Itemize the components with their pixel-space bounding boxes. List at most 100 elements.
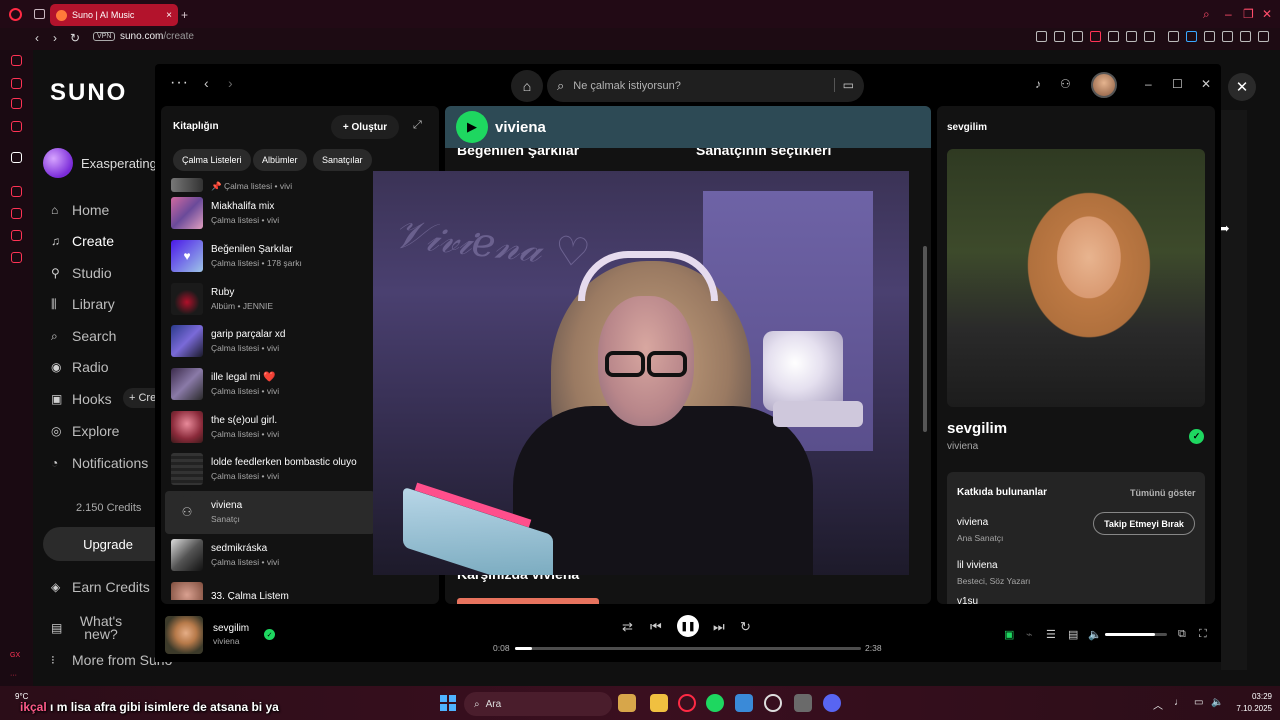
chip-albums[interactable]: Albümler (253, 149, 307, 171)
puzzle-icon[interactable] (1204, 31, 1215, 42)
maximize-icon[interactable]: ☐ (1172, 77, 1183, 91)
sidebar-icon[interactable] (11, 230, 22, 241)
discord-icon[interactable] (823, 694, 841, 712)
sidebar-icon[interactable] (11, 121, 22, 132)
sidebar-more-icon[interactable]: ··· (10, 672, 17, 679)
search-input[interactable]: ⌕ Ne çalmak istiyorsun? ▭ (547, 70, 864, 102)
earn-credits-link[interactable]: ◈ Earn Credits (51, 579, 150, 595)
friends-icon[interactable]: ⚇ (1060, 77, 1071, 91)
list-item[interactable]: lolde feedlerken bombastic oluyo Çalma li… (165, 448, 375, 491)
progress-bar[interactable] (515, 647, 861, 650)
player-track-artist[interactable]: viviena (213, 636, 239, 646)
list-item[interactable]: the s(e)oul girl. Çalma listesi • vivi (165, 405, 375, 448)
lyrics-icon[interactable]: ⌁ (1026, 628, 1033, 641)
sidebar-play-icon[interactable] (11, 186, 22, 197)
nav-hooks[interactable]: ▣ Hooks (51, 391, 112, 407)
list-item[interactable]: ♥ Beğenilen Şarkılar Çalma listesi • 178 … (165, 235, 375, 278)
suno-logo[interactable]: SUNO (50, 79, 127, 107)
taskbar-app-icon[interactable] (618, 694, 636, 712)
chip-artists[interactable]: Sanatçılar (313, 149, 372, 171)
extension-icon[interactable] (1036, 31, 1047, 42)
queue-icon[interactable]: ☰ (1046, 628, 1056, 641)
miniplayer-icon[interactable]: ⧉ (1178, 628, 1186, 641)
sidebar-aria-icon[interactable] (11, 55, 22, 66)
fullscreen-icon[interactable]: ⛶ (1199, 628, 1207, 641)
menu-icon[interactable] (1258, 31, 1269, 42)
contributor-name[interactable]: viviena (957, 517, 988, 528)
home-button[interactable]: ⌂ (511, 70, 543, 102)
play-button[interactable]: ▶ (456, 111, 488, 143)
list-item[interactable]: ⚇ viviena Sanatçı (165, 490, 375, 534)
mic-icon[interactable]: ♩ (1174, 697, 1184, 708)
contributor-name[interactable]: v1su (957, 596, 978, 604)
heart-icon[interactable] (1144, 31, 1155, 42)
more-icon[interactable]: ··· (170, 74, 189, 92)
minimize-icon[interactable]: – (1145, 77, 1152, 91)
list-item[interactable]: 📌 Çalma listesi • vivi (165, 170, 375, 192)
sidebar-gx-icon[interactable]: GX (10, 652, 20, 659)
avatar[interactable] (1091, 72, 1117, 98)
back-icon[interactable]: ‹ (204, 75, 209, 91)
show-all-link[interactable]: Tümünü göster (1130, 488, 1196, 498)
shuffle-icon[interactable]: ⇄ (622, 619, 633, 635)
scrollbar[interactable] (923, 246, 927, 432)
extension-icon[interactable] (1054, 31, 1065, 42)
extension-icon[interactable] (1186, 31, 1197, 42)
track-title[interactable]: sevgilim (947, 420, 1007, 437)
forward-icon[interactable]: › (53, 31, 57, 45)
search-tabs-icon[interactable]: ⌕ (1203, 7, 1210, 22)
check-icon[interactable]: ✓ (1189, 429, 1204, 444)
extension-icon[interactable] (1108, 31, 1119, 42)
extension-icon[interactable] (1072, 31, 1083, 42)
pause-button[interactable]: ❚❚ (677, 615, 699, 637)
now-playing-view-icon[interactable]: ▣ (1004, 628, 1014, 641)
back-icon[interactable]: ‹ (35, 31, 39, 45)
sidebar-icon[interactable] (11, 78, 22, 89)
url-field[interactable]: suno.com/create (120, 31, 194, 42)
create-button[interactable]: + Oluştur (331, 115, 399, 139)
browse-icon[interactable]: ▭ (833, 78, 854, 92)
expand-icon[interactable]: ⤢ (413, 119, 422, 132)
now-playing-cover[interactable] (165, 616, 203, 654)
artist-about-card[interactable] (457, 598, 599, 604)
sidebar-settings-icon[interactable] (11, 252, 22, 263)
track-artist[interactable]: viviena (947, 441, 978, 452)
taskbar-search[interactable]: ⌕ Ara (464, 692, 612, 716)
nav-notifications[interactable]: ◔ Notifications (51, 455, 148, 471)
check-icon[interactable]: ✓ (264, 629, 275, 640)
download-icon[interactable] (1240, 31, 1251, 42)
nav-studio[interactable]: ⚲ Studio (51, 265, 112, 281)
nav-search[interactable]: ⌕ Search (51, 328, 116, 344)
network-icon[interactable]: ▭ (1194, 697, 1203, 708)
list-item[interactable]: Ruby Albüm • JENNIE (165, 277, 375, 320)
previous-icon[interactable]: ⏮ (650, 619, 662, 635)
nav-explore[interactable]: ◎ Explore (51, 423, 119, 439)
opera-menu-icon[interactable] (9, 8, 22, 21)
contributor-name[interactable]: lil viviena (957, 560, 998, 571)
repeat-icon[interactable]: ↻ (740, 619, 751, 635)
extension-icon[interactable] (1090, 31, 1101, 42)
sidebar-icon[interactable] (11, 152, 22, 163)
browser-tab-suno[interactable]: Suno | AI Music × (50, 4, 178, 26)
upgrade-button[interactable]: Upgrade (43, 527, 173, 561)
close-icon[interactable]: ✕ (1228, 73, 1256, 101)
whats-new-link[interactable]: ▤ What's new? (51, 614, 133, 641)
forward-icon[interactable]: › (228, 75, 233, 91)
sidebar-history-icon[interactable] (11, 208, 22, 219)
sidebar-icon[interactable] (11, 98, 22, 109)
restore-window-button[interactable]: ❐ (1243, 7, 1254, 21)
new-tab-button[interactable]: + (181, 8, 188, 22)
video-overlay[interactable]: 𝒱𝒾𝓋𝒾𝑒𝓃𝒶 ♡ (373, 171, 909, 575)
nav-create[interactable]: ♫ Create (51, 233, 114, 249)
nav-library[interactable]: ⫼ Library (51, 296, 115, 312)
tab-islands-icon[interactable] (34, 9, 45, 19)
opera-gx-icon[interactable] (678, 694, 696, 712)
vpn-badge[interactable]: VPN (93, 32, 116, 41)
taskbar-app-icon[interactable] (794, 694, 812, 712)
reload-icon[interactable]: ↻ (70, 31, 80, 45)
clock[interactable]: 03:29 7.10.2025 (1228, 691, 1272, 715)
minimize-window-button[interactable]: – (1225, 7, 1232, 21)
list-item[interactable]: Miakhalifa mix Çalma listesi • vivi (165, 192, 375, 235)
chip-playlists[interactable]: Çalma Listeleri (173, 149, 251, 171)
windows-start-icon[interactable] (440, 695, 456, 711)
